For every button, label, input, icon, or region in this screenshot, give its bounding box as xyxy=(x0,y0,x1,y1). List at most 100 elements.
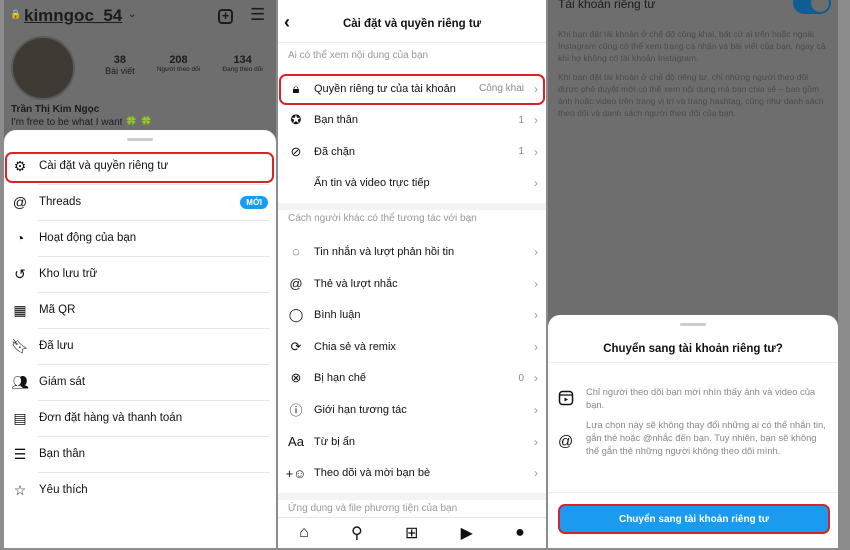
menu-item[interactable]: 👥︎ Giám sát xyxy=(4,364,276,400)
stat-following[interactable]: 134 Đang theo dõi xyxy=(222,54,262,76)
settings-item-label: Bình luận xyxy=(314,309,361,322)
info-visibility: Chỉ người theo dõi bạn mới nhìn thấy ảnh… xyxy=(586,386,816,410)
confirm-sheet: Chuyển sang tài khoản riêng tư? Chỉ ngườ… xyxy=(548,315,838,548)
new-badge: MỚI xyxy=(240,195,268,209)
profile-icon: ● xyxy=(515,524,525,541)
menu-item[interactable]: 🔖︎ Đã lưu xyxy=(4,328,276,364)
settings-item-label: Chia sẻ và remix xyxy=(314,340,396,353)
menu-item-label: Kho lưu trữ xyxy=(39,268,98,280)
highlight-box xyxy=(5,152,274,183)
bookmark-icon: 🔖︎ xyxy=(11,337,29,354)
menu-item[interactable]: ☆ Yêu thích xyxy=(4,472,276,508)
menu-item[interactable]: ◔ Hoạt động của bạn xyxy=(4,220,276,256)
chevron-right-icon: › xyxy=(534,113,538,128)
menu-item[interactable]: ↺ Kho lưu trữ xyxy=(4,256,276,292)
section-divider xyxy=(278,493,546,501)
at-icon: @ xyxy=(558,433,574,450)
settings-item-label: Bạn thân xyxy=(314,114,359,127)
section-label: Cách người khác có thể tương tác với bạn xyxy=(288,213,477,225)
settings-item-label: Đã chặn xyxy=(314,145,355,158)
create-tab[interactable]: ⊞ xyxy=(405,523,418,543)
menu-item-label: Mã QR xyxy=(39,304,76,316)
settings-item-label: Bị hạn chế xyxy=(314,372,366,385)
profile-tab[interactable]: ● xyxy=(515,524,525,542)
divider xyxy=(38,256,270,257)
divider xyxy=(278,42,546,43)
settings-item[interactable]: ◌ Tin nhắn và lượt phản hồi tin › xyxy=(278,236,546,267)
archive-icon: ↺ xyxy=(14,265,26,282)
menu-item[interactable]: ☰ Bạn thân xyxy=(4,436,276,472)
chevron-right-icon: › xyxy=(534,308,538,323)
settings-item[interactable]: ⊘ Đã chặn 1 › xyxy=(278,136,546,167)
settings-item[interactable]: +☺ Theo dõi và mời bạn bè › xyxy=(278,458,546,489)
star-icon: ☆ xyxy=(13,481,27,498)
private-account-panel: Tài khoản riêng tư Khi bạn đặt tài khoản… xyxy=(548,0,838,548)
divider xyxy=(548,492,838,493)
settings-item[interactable]: Aa Từ bị ẩn › xyxy=(278,426,546,457)
settings-item-label: Tin nhắn và lượt phản hồi tin xyxy=(314,245,455,258)
menu-item-label: Yêu thích xyxy=(39,484,88,496)
sheet-handle[interactable] xyxy=(680,323,706,326)
settings-item[interactable]: ⟳ Chia sẻ và remix › xyxy=(278,331,546,362)
menu-item[interactable]: ▤ Đơn đặt hàng và thanh toán xyxy=(4,400,276,436)
divider xyxy=(38,328,270,329)
avatar[interactable] xyxy=(11,36,75,100)
username[interactable]: kimngoc_54 xyxy=(24,6,122,26)
bio: I'm free to be what I want 🍀 🍀 xyxy=(11,117,153,128)
stat-posts[interactable]: 38 Bài viết xyxy=(105,54,135,76)
comment-icon: ◯ xyxy=(288,307,304,323)
divider xyxy=(38,400,270,401)
search-icon: ⚲ xyxy=(351,525,363,542)
reels-icon: ▶ xyxy=(460,525,473,542)
menu-item[interactable]: ▦ Mã QR xyxy=(4,292,276,328)
settings-item[interactable]: Ẩn tin và video trực tiếp › xyxy=(278,168,546,199)
divider xyxy=(38,220,270,221)
stat-followers[interactable]: 208 Người theo dõi xyxy=(157,54,200,76)
menu-icon[interactable]: ☰ xyxy=(250,5,265,25)
sheet-title: Chuyển sang tài khoản riêng tư? xyxy=(603,343,783,355)
settings-item-label: Ẩn tin và video trực tiếp xyxy=(314,177,430,190)
settings-item[interactable]: ⓘ Giới hạn tương tác › xyxy=(278,394,546,425)
settings-item-value: 0 xyxy=(518,372,524,384)
supervision-icon: 👥︎ xyxy=(11,373,29,390)
settings-item[interactable]: ◯ Bình luận › xyxy=(278,300,546,331)
add-person-icon: +☺ xyxy=(285,465,307,481)
restricted-icon: ⊗ xyxy=(290,370,302,386)
bottom-nav: ⌂ ⚲ ⊞ ▶ ● xyxy=(278,518,546,548)
info-tagging: Lựa chọn này sẽ không thay đổi những ai … xyxy=(586,419,826,456)
settings-panel: ‹ Cài đặt và quyền riêng tư Ai có thể xe… xyxy=(278,0,546,548)
private-toggle[interactable] xyxy=(793,0,831,14)
settings-item[interactable]: ⊗ Bị hạn chế 0 › xyxy=(278,363,546,394)
blank-icon xyxy=(287,174,305,192)
private-heading: Tài khoản riêng tư xyxy=(558,0,656,11)
settings-item-value: 1 xyxy=(518,146,524,158)
card-icon: ▤ xyxy=(13,409,27,426)
reels-icon xyxy=(558,390,574,406)
lock-icon: 🔒 xyxy=(10,9,22,19)
limit-icon: ⓘ xyxy=(289,403,303,419)
menu-item[interactable]: @ Threads MỚI xyxy=(4,184,276,220)
divider xyxy=(38,436,270,437)
home-tab[interactable]: ⌂ xyxy=(299,524,309,542)
menu-item-label: Giám sát xyxy=(39,376,86,388)
chevron-right-icon: › xyxy=(534,244,538,259)
create-icon: ⊞ xyxy=(404,525,419,542)
chevron-down-icon[interactable]: ⌄ xyxy=(128,9,136,20)
settings-item[interactable]: @ Thẻ và lượt nhắc › xyxy=(278,268,546,299)
switch-private-button[interactable]: Chuyển sang tài khoản riêng tư xyxy=(558,504,830,534)
menu-item-label: Đã lưu xyxy=(39,340,74,352)
menu-item-label: Đơn đặt hàng và thanh toán xyxy=(39,412,183,424)
sheet-handle[interactable] xyxy=(127,138,153,141)
reels-tab[interactable]: ▶ xyxy=(461,523,473,543)
private-description: Khi bạn đặt tài khoản ở chế độ riêng tư,… xyxy=(558,72,824,118)
create-icon[interactable]: + xyxy=(218,9,233,24)
chevron-right-icon: › xyxy=(534,402,538,417)
settings-item[interactable]: ✪ Bạn thân 1 › xyxy=(278,105,546,136)
chevron-right-icon: › xyxy=(534,276,538,291)
divider xyxy=(38,292,270,293)
star-circle-icon: ✪ xyxy=(290,112,302,128)
search-tab[interactable]: ⚲ xyxy=(351,523,363,543)
settings-item-label: Từ bị ẩn xyxy=(314,435,355,448)
section-label: Ai có thể xem nội dung của bạn xyxy=(288,50,429,61)
profile-stats: 38 Bài viết 208 Người theo dõi 134 Đang the… xyxy=(94,54,274,76)
